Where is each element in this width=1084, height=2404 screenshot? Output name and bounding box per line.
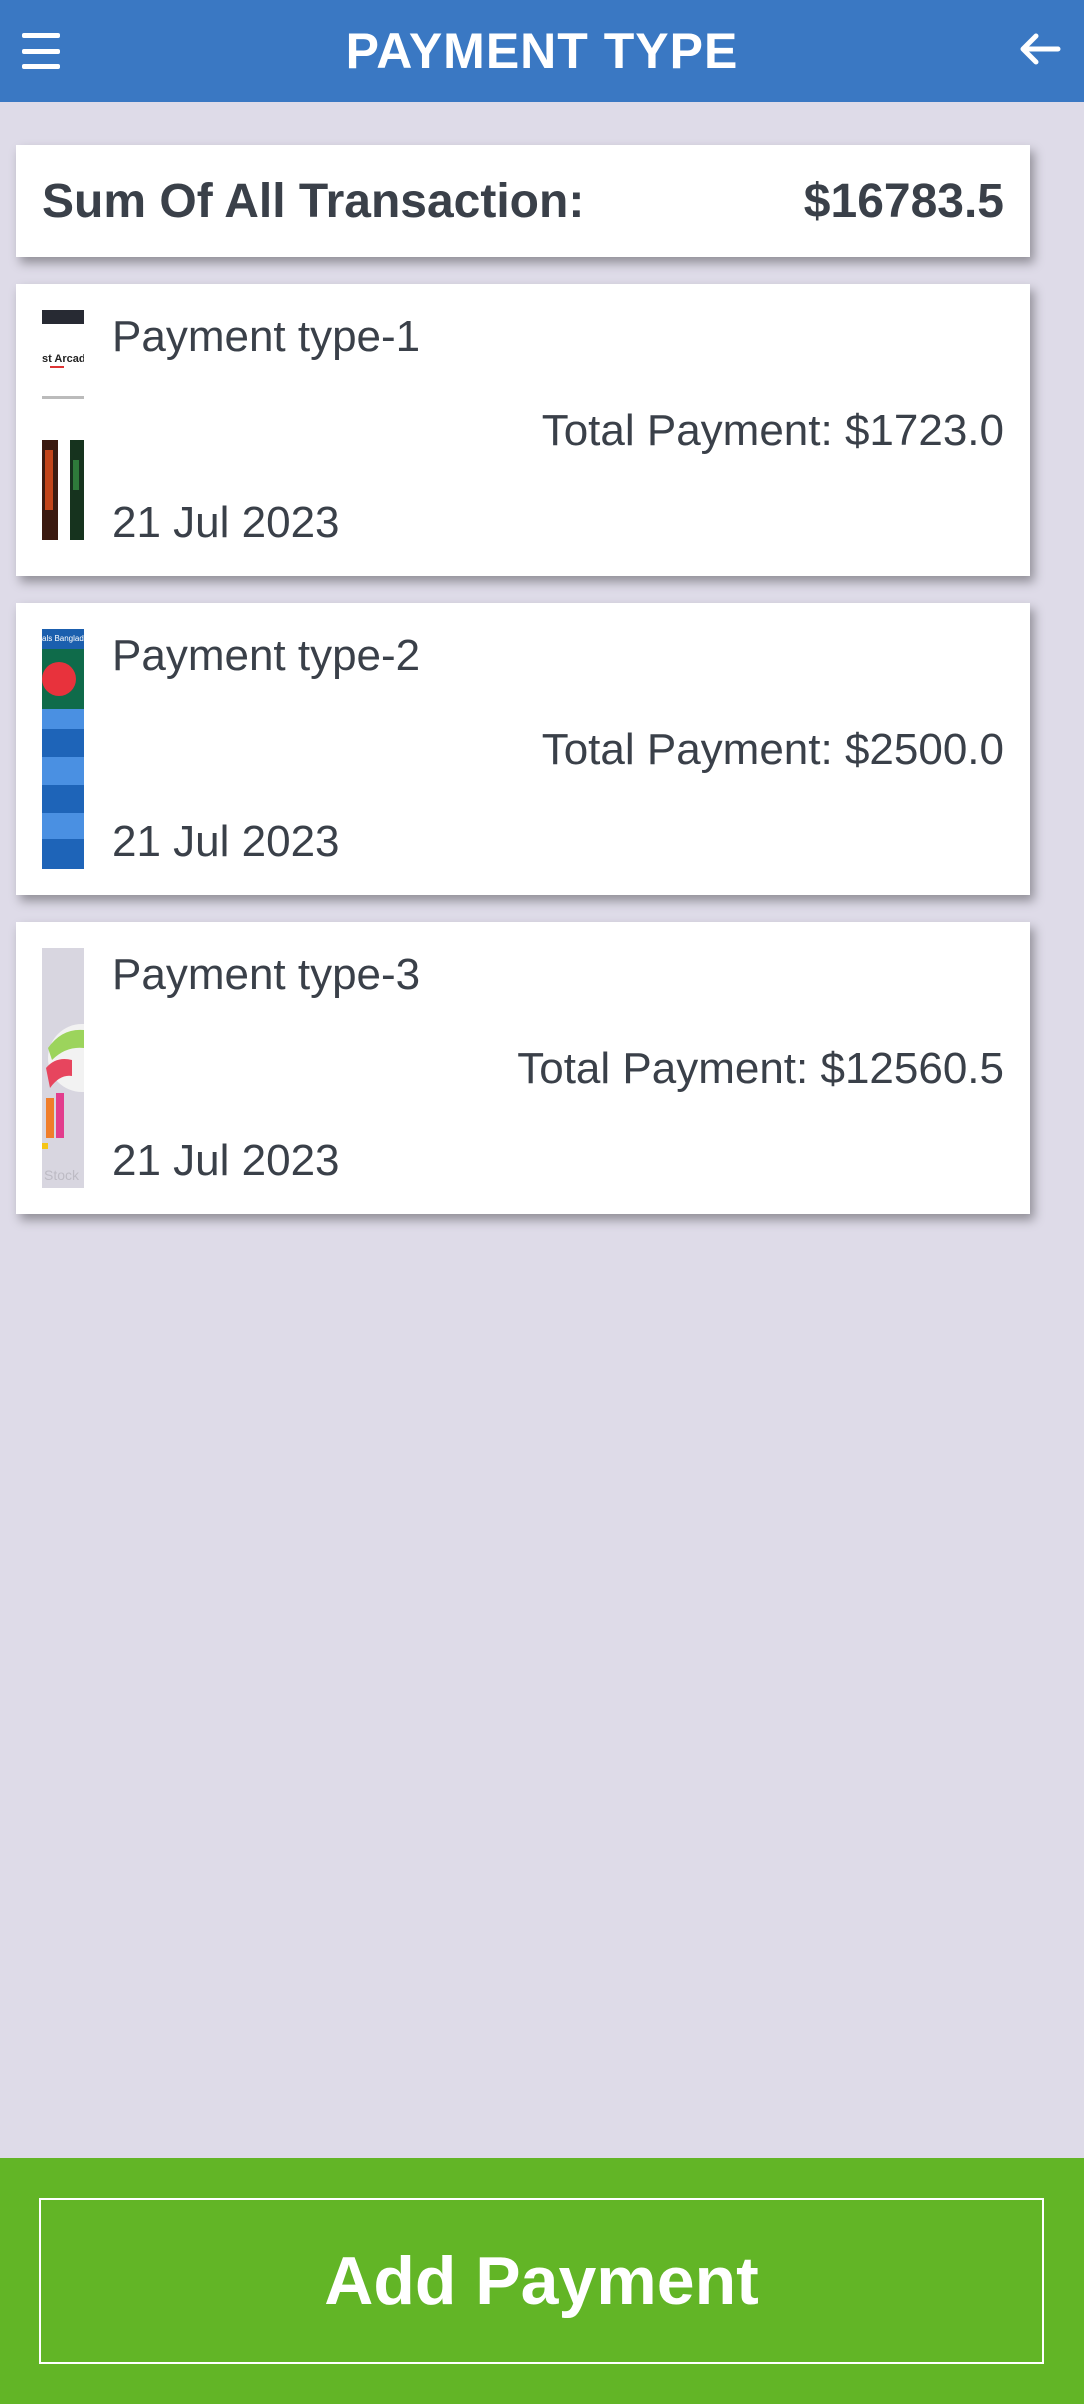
- summary-label: Sum Of All Transaction:: [42, 174, 585, 228]
- menu-icon[interactable]: [22, 33, 60, 69]
- page-title: PAYMENT TYPE: [345, 23, 739, 79]
- payment-name: Payment type-3: [112, 950, 421, 999]
- footer-bar: Add Payment: [0, 2158, 1084, 2404]
- payment-name: Payment type-1: [112, 312, 421, 361]
- summary-value: $16783.5: [803, 174, 1004, 228]
- add-payment-button[interactable]: Add Payment: [39, 2198, 1044, 2364]
- transaction-summary: Sum Of All Transaction: $16783.5: [16, 145, 1030, 257]
- payment-thumbnail: als Banglade: [42, 629, 84, 869]
- payment-total: Total Payment: $2500.0: [541, 725, 1004, 774]
- payment-date: 21 Jul 2023: [112, 498, 340, 547]
- app-bar: PAYMENT TYPE: [0, 0, 1084, 102]
- payment-name: Payment type-2: [112, 631, 421, 680]
- payment-thumbnail: st Arcadia: [42, 310, 84, 550]
- thumb-caption: Stock: [44, 1167, 80, 1183]
- payment-total: Total Payment: $1723.0: [541, 406, 1004, 455]
- arrow-left-icon[interactable]: [1016, 26, 1062, 72]
- payment-date: 21 Jul 2023: [112, 817, 340, 866]
- payment-card[interactable]: st Arcadia Payment type-1 Total Payment:…: [16, 284, 1030, 576]
- payment-thumbnail: Stock: [42, 948, 84, 1188]
- thumb-caption: st Arcadia: [42, 353, 84, 365]
- thumb-caption: als Banglade: [42, 634, 84, 643]
- payment-date: 21 Jul 2023: [112, 1136, 340, 1185]
- payment-card[interactable]: als Banglade Payment type-2 Total Paymen…: [16, 603, 1030, 895]
- payment-total: Total Payment: $12560.5: [517, 1044, 1004, 1093]
- payment-card[interactable]: Stock Payment type-3 Total Payment: $125…: [16, 922, 1030, 1214]
